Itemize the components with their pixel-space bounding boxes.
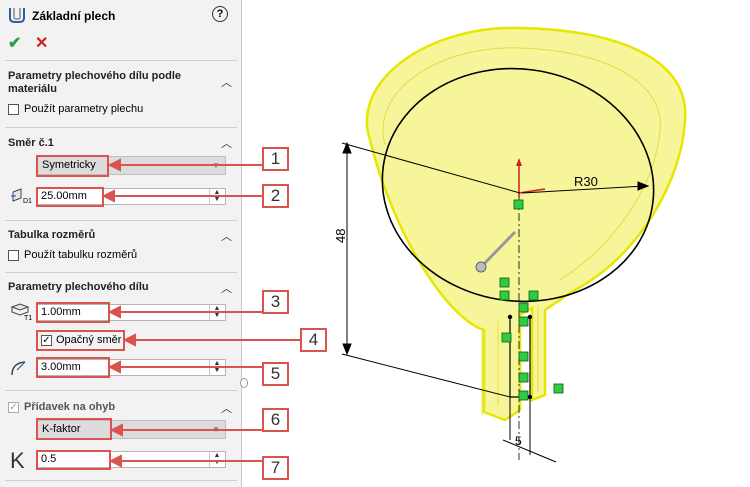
width-dimension-label: 5 xyxy=(515,434,522,448)
radius-dimension-label: R30 xyxy=(574,174,598,189)
model-viewport[interactable]: R30 48 5 xyxy=(0,0,750,487)
height-dimension-label: 48 xyxy=(333,229,348,243)
